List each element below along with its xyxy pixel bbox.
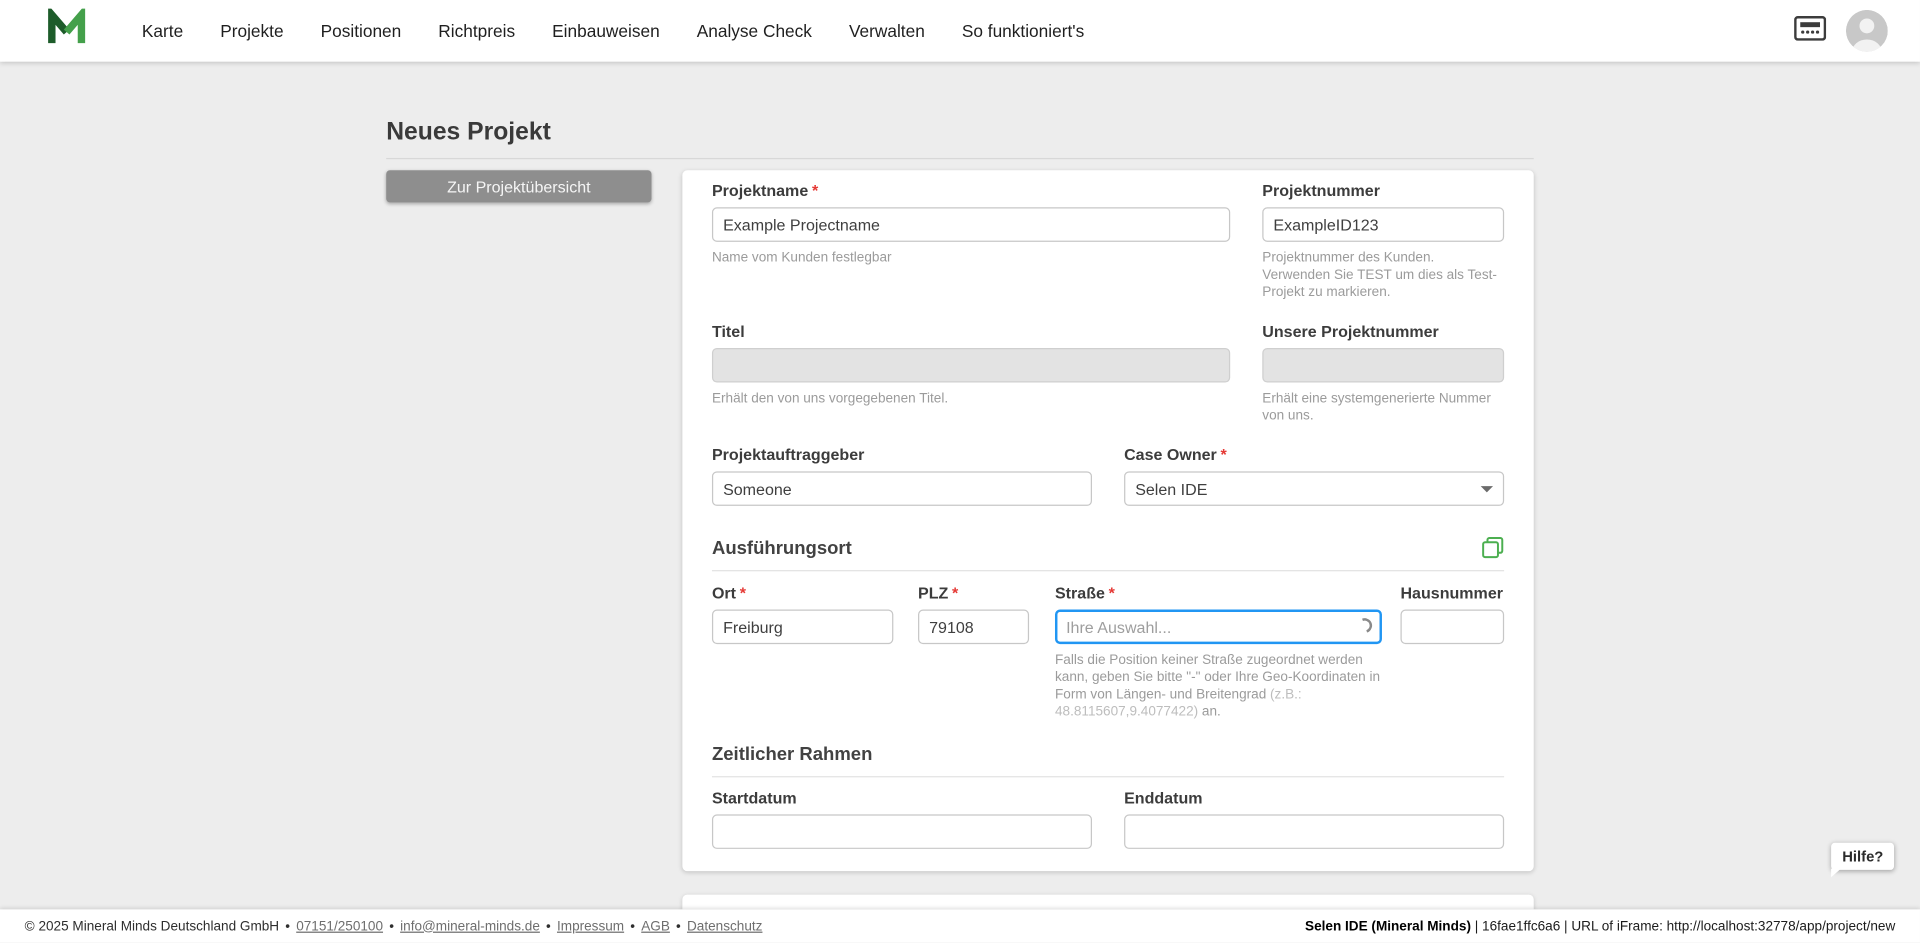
datenschutz-link[interactable]: Datenschutz (687, 919, 762, 934)
next-card-partial (682, 895, 1533, 910)
section-zeitlicher-rahmen: Zeitlicher Rahmen (712, 744, 1504, 777)
case-owner-label: Case Owner* (1124, 447, 1504, 464)
unsere-projektnummer-label: Unsere Projektnummer (1262, 323, 1504, 340)
brand-logo[interactable] (47, 8, 86, 54)
nav-item-verwalten[interactable]: Verwalten (849, 21, 925, 41)
field-enddatum: Enddatum (1124, 790, 1504, 849)
nav-item-projekte[interactable]: Projekte (220, 21, 283, 41)
copy-icon[interactable] (1482, 537, 1504, 559)
field-projektauftraggeber: Projektauftraggeber (712, 447, 1092, 506)
nav-item-analyse-check[interactable]: Analyse Check (697, 21, 812, 41)
agb-link[interactable]: AGB (641, 919, 670, 934)
unsere-projektnummer-helper: Erhält eine systemgenerierte Nummer von … (1262, 390, 1504, 425)
separator: • (285, 919, 290, 934)
required-marker: * (1221, 445, 1227, 464)
nav-right-icons (1794, 10, 1888, 52)
title-divider (386, 158, 1534, 159)
ort-input[interactable] (712, 610, 893, 645)
projektauftraggeber-label: Projektauftraggeber (712, 447, 1092, 464)
strasse-input[interactable] (1055, 610, 1382, 645)
section-ausfuehrungsort: Ausführungsort (712, 537, 1504, 572)
phone-link[interactable]: 07151/250100 (296, 919, 383, 934)
projektnummer-input[interactable] (1262, 207, 1504, 242)
session-details: | 16fae1ffc6a6 | URL of iFrame: http://l… (1471, 919, 1895, 934)
field-strasse: Straße* Falls die Position keiner Straße… (1055, 585, 1382, 721)
plz-label: PLZ* (918, 585, 1029, 602)
projektname-helper: Name vom Kunden festlegbar (712, 249, 1230, 266)
section-ausfuehrungsort-title: Ausführungsort (712, 537, 852, 558)
main-nav: Karte Projekte Positionen Richtpreis Ein… (142, 21, 1084, 41)
field-hausnummer: Hausnummer (1400, 585, 1504, 644)
required-marker: * (1109, 584, 1115, 603)
hausnummer-label: Hausnummer (1400, 585, 1504, 602)
nav-item-so-funktionierts[interactable]: So funktioniert's (962, 21, 1084, 41)
session-owner: Selen IDE (Mineral Minds) (1305, 919, 1471, 934)
separator: • (630, 919, 635, 934)
mineral-minds-logo-icon (47, 8, 86, 54)
project-overview-button[interactable]: Zur Projektübersicht (386, 170, 651, 202)
nav-item-karte[interactable]: Karte (142, 21, 183, 41)
projektname-label: Projektname* (712, 183, 1230, 200)
field-case-owner: Case Owner* Selen IDE (1124, 447, 1504, 506)
user-avatar[interactable] (1846, 10, 1888, 52)
footer: © 2025 Mineral Minds Deutschland GmbH • … (0, 909, 1920, 942)
nav-item-einbauweisen[interactable]: Einbauweisen (552, 21, 660, 41)
page-title: Neues Projekt (386, 118, 551, 146)
startdatum-input[interactable] (712, 814, 1092, 849)
strasse-helper: Falls die Position keiner Straße zugeord… (1055, 651, 1382, 720)
help-button[interactable]: Hilfe? (1831, 843, 1894, 870)
footer-left: © 2025 Mineral Minds Deutschland GmbH • … (25, 919, 763, 934)
unsere-projektnummer-input (1262, 348, 1504, 383)
help-button-label: Hilfe? (1842, 848, 1883, 865)
required-marker: * (812, 181, 818, 200)
enddatum-label: Enddatum (1124, 790, 1504, 807)
titel-input (712, 348, 1230, 383)
nav-item-richtpreis[interactable]: Richtpreis (438, 21, 515, 41)
enddatum-input[interactable] (1124, 814, 1504, 849)
help-bubble-tail (1831, 869, 1841, 878)
terminal-icon[interactable] (1794, 15, 1826, 46)
titel-label: Titel (712, 323, 1230, 340)
field-unsere-projektnummer: Unsere Projektnummer Erhält eine systemg… (1262, 323, 1504, 424)
copyright-text: © 2025 Mineral Minds Deutschland GmbH (25, 919, 279, 934)
separator: • (389, 919, 394, 934)
field-titel: Titel Erhält den von uns vorgegebenen Ti… (712, 323, 1230, 407)
footer-session-info: Selen IDE (Mineral Minds) | 16fae1ffc6a6… (1305, 919, 1895, 934)
plz-input[interactable] (918, 610, 1029, 645)
ort-label: Ort* (712, 585, 893, 602)
impressum-link[interactable]: Impressum (557, 919, 624, 934)
projektauftraggeber-input[interactable] (712, 471, 1092, 506)
app-viewport: Karte Projekte Positionen Richtpreis Ein… (0, 0, 1920, 943)
required-marker: * (952, 584, 958, 603)
project-form-card: Projektname* Name vom Kunden festlegbar … (682, 170, 1533, 871)
separator: • (676, 919, 681, 934)
projektnummer-label: Projektnummer (1262, 183, 1504, 200)
main-content: Neues Projekt Zur Projektübersicht Proje… (0, 62, 1920, 910)
hausnummer-input[interactable] (1400, 610, 1504, 645)
startdatum-label: Startdatum (712, 790, 1092, 807)
strasse-input-wrap (1055, 610, 1382, 645)
email-link[interactable]: info@mineral-minds.de (400, 919, 540, 934)
field-startdatum: Startdatum (712, 790, 1092, 849)
section-zeitlicher-rahmen-title: Zeitlicher Rahmen (712, 744, 872, 765)
projektname-input[interactable] (712, 207, 1230, 242)
field-projektnummer: Projektnummer Projektnummer des Kunden. … (1262, 183, 1504, 302)
separator: • (546, 919, 551, 934)
top-navigation: Karte Projekte Positionen Richtpreis Ein… (0, 0, 1920, 62)
nav-item-positionen[interactable]: Positionen (321, 21, 402, 41)
required-marker: * (740, 584, 746, 603)
field-plz: PLZ* (918, 585, 1029, 644)
chevron-down-icon (1481, 486, 1493, 492)
titel-helper: Erhält den von uns vorgegebenen Titel. (712, 390, 1230, 407)
case-owner-select[interactable]: Selen IDE (1124, 471, 1504, 506)
field-projektname: Projektname* Name vom Kunden festlegbar (712, 183, 1230, 267)
projektnummer-helper: Projektnummer des Kunden. Verwenden Sie … (1262, 249, 1504, 301)
case-owner-selected-value: Selen IDE (1135, 479, 1207, 498)
strasse-label: Straße* (1055, 585, 1382, 602)
field-ort: Ort* (712, 585, 893, 644)
